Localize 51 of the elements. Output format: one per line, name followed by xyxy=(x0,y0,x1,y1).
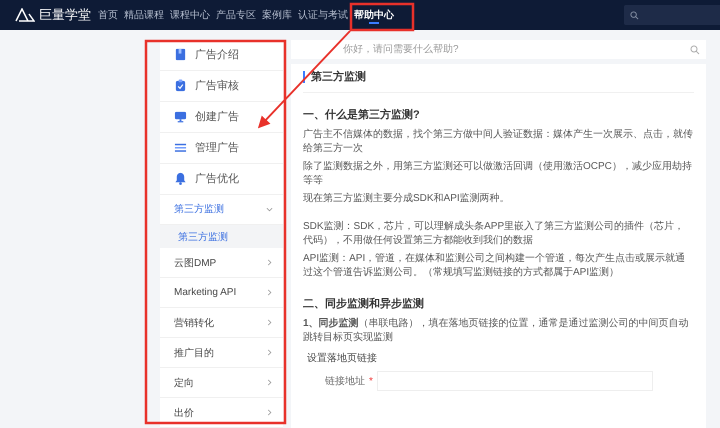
paragraph: 广告主不信媒体的数据，找个第三方做中间人验证数据：媒体产生一次展示、点击，就传给第三方一次 xyxy=(303,128,694,156)
sidebar-item[interactable]: 定向 xyxy=(160,368,283,398)
sidebar-item[interactable]: 创建广告 xyxy=(160,102,283,133)
chevron-icon xyxy=(266,409,273,416)
nav-item[interactable]: 首页 xyxy=(95,0,121,30)
field-label: 链接地址 xyxy=(325,374,365,388)
search-button[interactable] xyxy=(684,40,706,59)
chevron-icon xyxy=(266,206,273,213)
chevron-icon xyxy=(266,259,273,266)
nav-item[interactable]: 案例库 xyxy=(259,0,295,30)
logo-icon xyxy=(15,8,35,22)
chevron-icon xyxy=(266,289,273,296)
nav-item[interactable]: 精品课程 xyxy=(121,0,167,30)
chevron-icon xyxy=(266,319,273,326)
sliders-icon xyxy=(174,141,187,154)
book-icon xyxy=(174,48,187,62)
sidebar-item[interactable]: Marketing API xyxy=(160,278,283,308)
sidebar-item[interactable]: 广告优化 xyxy=(160,164,283,195)
sidebar-item[interactable]: 营销转化 xyxy=(160,308,283,338)
form-heading: 设置落地页链接 xyxy=(307,352,378,365)
logo-text: 巨量学堂 xyxy=(39,6,91,24)
sidebar-item[interactable]: 出价 xyxy=(160,398,283,428)
nav-item[interactable]: 产品专区 xyxy=(213,0,259,30)
bell-icon xyxy=(174,172,187,186)
search-field[interactable] xyxy=(624,5,720,25)
sidebar-item[interactable]: 推广目的 xyxy=(160,338,283,368)
clipboard-icon xyxy=(174,79,187,92)
paragraph: 现在第三方监测主要分成SDK和API监测两种。 xyxy=(303,192,511,206)
chevron-icon xyxy=(266,379,273,386)
paragraph: 除了监测数据之外，用第三方监测还可以做激活回调（使用激活OCPC），减少应用劫持等等 xyxy=(303,160,693,188)
annotation-frame xyxy=(350,2,414,32)
sidebar-item[interactable]: 广告审核 xyxy=(160,70,283,102)
nav-item[interactable]: 认证与考试 xyxy=(295,0,351,30)
sidebar-item[interactable]: 云图DMP xyxy=(160,248,283,278)
sidebar-subitem[interactable]: 第三方监测 xyxy=(160,224,283,248)
paragraph: API监测：API，管道，在媒体和监测公司之间构建一个管道，每次产生点击或展示就通过这个管道告诉监测公司。（常规填写监测链接的方式都属于API监测） xyxy=(303,252,686,280)
monitor-icon xyxy=(174,110,187,124)
section-heading: 二、同步监测和异步监测 xyxy=(303,296,425,311)
article-title: 第三方监测 xyxy=(311,70,366,84)
sidebar-item[interactable]: 管理广告 xyxy=(160,132,283,164)
section-heading: 一、什么是第三方监测? xyxy=(303,108,421,122)
nav-item[interactable]: 课程中心 xyxy=(167,0,213,30)
nav-item[interactable]: 帮助中心 xyxy=(351,0,397,30)
sidebar-item[interactable]: 广告介绍 xyxy=(160,40,283,71)
search-field[interactable]: 你好，请问需要什么帮助? xyxy=(291,40,684,59)
required-mark: * xyxy=(369,376,373,386)
search-icon xyxy=(690,44,700,54)
search-icon xyxy=(630,10,639,20)
paragraph: SDK监测：SDK，芯片，可以理解成头条APP里嵌入了第三方监测公司的插件（芯片，代码），不用做任何设置第三方都能收到我们的数据 xyxy=(303,220,686,248)
chevron-icon xyxy=(266,349,273,356)
paragraph: 1、同步监测（串联电路），填在落地页链接的位置，通常是通过监测公司的中间页自动跳转目标页实现监测 xyxy=(303,317,690,345)
